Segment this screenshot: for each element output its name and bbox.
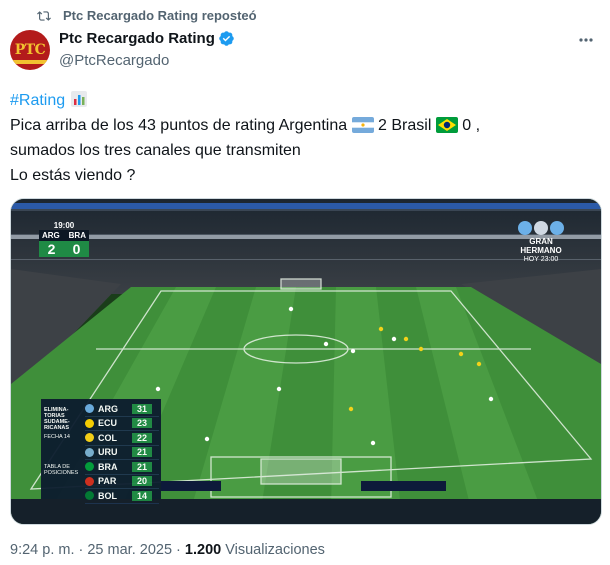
standings-points: 21 <box>132 461 152 472</box>
tweet-line-3: Lo estás viendo ? <box>10 167 136 184</box>
standings-points: 23 <box>132 418 152 429</box>
standings-row: BRA 21 <box>85 460 159 475</box>
tweet-timestamp[interactable]: 9:24 p. m. · 25 mar. 2025 · <box>10 542 181 558</box>
standings-points: 20 <box>132 476 152 487</box>
brazil-flag-icon <box>435 117 458 133</box>
team-flag-icon <box>85 491 94 501</box>
standings-points: 14 <box>132 490 152 501</box>
tweet-line-hashtag: #Rating <box>10 88 600 113</box>
standings-table: ELIMINA- TORIAS SUDAME- RICANAS FECHA 14… <box>41 399 161 504</box>
team-flag-icon <box>85 433 94 443</box>
standings-title: ELIMINA- TORIAS SUDAME- RICANAS FECHA 14… <box>44 407 84 476</box>
standings-row: ARG 31 <box>85 402 159 417</box>
team-flag-icon <box>85 476 94 486</box>
standings-team: ARG <box>98 403 118 414</box>
standings-round: FECHA 14 <box>44 434 70 440</box>
score-away-team: BRA <box>68 231 86 240</box>
score-goals: 2 0 <box>39 241 89 257</box>
promo-line-1: GRAN <box>529 237 553 246</box>
promo-line-3: HOY 23:00 <box>523 256 559 263</box>
media-image[interactable]: 19:00 ARG BRA 2 0 GRAN HERMANO HOY 23:00… <box>10 198 602 525</box>
score-teams: ARG BRA <box>39 230 89 241</box>
standings-title-line: RICANAS <box>44 425 70 431</box>
scoreboard: 19:00 ARG BRA 2 0 <box>39 221 89 257</box>
score-away-goals: 0 <box>72 241 81 257</box>
views-label: Visualizaciones <box>225 542 325 558</box>
author-name[interactable]: Ptc Recargado Rating <box>59 30 235 47</box>
bar-chart-emoji-icon <box>70 91 87 107</box>
tweet-line-2: sumados los tres canales que transmiten <box>10 142 301 159</box>
repost-indicator: Ptc Recargado Rating reposteó <box>37 8 257 23</box>
avatar[interactable]: PTC <box>10 30 50 70</box>
hashtag-link[interactable]: #Rating <box>10 92 65 109</box>
grok-icon[interactable] <box>576 30 596 50</box>
repost-icon <box>37 10 51 21</box>
tv-promo: GRAN HERMANO HOY 23:00 <box>511 221 571 264</box>
channel-logo-icon <box>534 221 548 235</box>
tweet-meta: 9:24 p. m. · 25 mar. 2025 · 1.200 Visual… <box>10 542 325 558</box>
standings-row: URU 21 <box>85 446 159 460</box>
team-flag-icon <box>85 418 94 428</box>
argentina-flag-icon <box>351 117 374 133</box>
avatar-text: PTC <box>14 42 46 58</box>
standings-label: POSICIONES <box>44 470 79 476</box>
standings-rows: ARG 31 ECU 23 COL 22 URU 21 BRA 21 PAR 20 BOL 14 <box>85 402 159 504</box>
score-home-goals: 2 <box>47 241 56 257</box>
promo-line-2: HERMANO <box>520 246 562 255</box>
standings-team: COL <box>98 432 117 443</box>
channel-logo-icon <box>550 221 564 235</box>
standings-row: COL 22 <box>85 431 159 446</box>
team-flag-icon <box>85 404 94 414</box>
standings-team: BOL <box>98 490 117 501</box>
standings-team: URU <box>98 447 118 458</box>
standings-row: PAR 20 <box>85 475 159 489</box>
standings-points: 22 <box>132 432 152 443</box>
standings-team: ECU <box>98 418 118 429</box>
tweet-text: #Rating Pica arriba de los 43 puntos de … <box>10 88 600 188</box>
author-name-text[interactable]: Ptc Recargado Rating <box>59 30 215 47</box>
match-clock: 19:00 <box>53 221 75 230</box>
standings-row: BOL 14 <box>85 489 159 504</box>
channel-logo-icon <box>518 221 532 235</box>
promo-logos <box>511 221 571 235</box>
tweet-text-part: Pica arriba de los 43 puntos de rating A… <box>10 117 348 134</box>
team-flag-icon <box>85 462 94 472</box>
views-count: 1.200 <box>184 542 222 558</box>
score-home-team: ARG <box>42 231 60 240</box>
tweet-text-part: 2 Brasil <box>378 117 432 134</box>
standings-points: 21 <box>132 447 152 458</box>
standings-team: BRA <box>98 461 118 472</box>
standings-points: 31 <box>132 403 152 414</box>
tweet-line-1: Pica arriba de los 43 puntos de rating A… <box>10 113 600 138</box>
avatar-stripe <box>10 60 50 64</box>
repost-text[interactable]: Ptc Recargado Rating reposteó <box>63 8 257 23</box>
standings-row: ECU 23 <box>85 417 159 431</box>
author-handle[interactable]: @PtcRecargado <box>59 52 169 69</box>
standings-team: PAR <box>98 476 117 487</box>
verified-badge-icon <box>219 31 234 46</box>
tweet-text-part: 0 , <box>462 117 481 134</box>
team-flag-icon <box>85 447 94 457</box>
